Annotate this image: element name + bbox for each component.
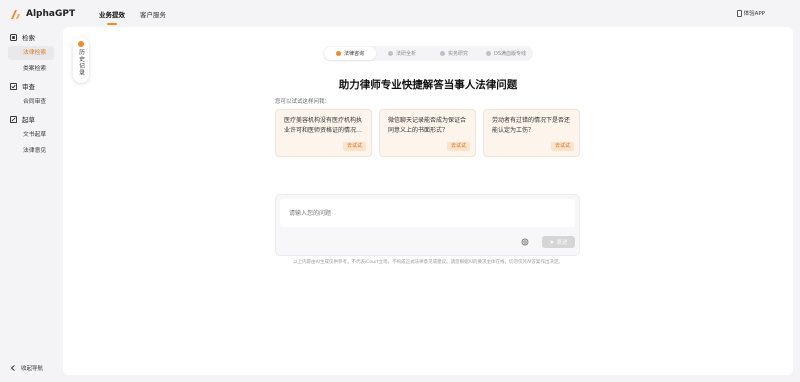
sidebar-item-contract-review[interactable]: 合同审查 [8,95,54,109]
ds-icon [485,51,491,56]
collapse-nav-button[interactable]: 收起导航 [10,364,43,372]
tab-label: 法研全析 [395,51,416,57]
sidebar-group-review[interactable]: 审查 [10,79,63,93]
sidebar-item-legal-search[interactable]: 法律检索 [8,46,54,60]
tab-ds-line[interactable]: DS满血版专线 [480,47,532,60]
top-header: AlphaGPT 业务提效 客户服务 体验APP [0,0,800,27]
send-icon: ➤ [549,238,555,246]
tab-full-analysis[interactable]: 法研全析 [376,47,428,60]
suggestion-text: 微信聊天记录能否成为保证合同意义上的书面形式？ [388,117,467,134]
tab-practice-research[interactable]: 实务研究 [428,47,480,60]
history-label: 历史记录 [77,49,84,77]
logo[interactable]: AlphaGPT [10,8,90,20]
tab-label: 法律咨询 [343,51,364,57]
suggestion-cards: 医疗美容机构没有医疗机构执业许可和医师资格证的情况… 去试试 微信聊天记录能否成… [275,109,587,157]
collapse-icon [10,365,15,371]
sidebar-group-draft[interactable]: 起草 [10,112,63,126]
history-icon [78,41,84,47]
analysis-icon [387,51,393,56]
nav-item-customer-service[interactable]: 客户服务 [140,5,166,23]
question-composer: ➤ 发送 [275,194,580,256]
try-button[interactable]: 去试试 [550,142,574,151]
suggestion-card[interactable]: 医疗美容机构没有医疗机构执业许可和医师资格证的情况… 去试试 [275,109,372,157]
mode-tabs: 法律咨询 法研全析 实务研究 DS满血版专线 [323,46,533,61]
sidebar-item-document-draft[interactable]: 文书起草 [8,128,54,142]
tab-legal-consult[interactable]: 法律咨询 [324,47,376,60]
suggestion-hint: 您可以试试这样问我： [275,99,331,105]
try-button[interactable]: 去试试 [342,142,366,151]
draft-icon [10,115,17,123]
nav-item-efficiency[interactable]: 业务提效 [99,5,125,25]
suggestion-text: 医疗美容机构没有医疗机构执业许可和医师资格证的情况… [284,117,363,134]
sidebar: 检索 法律检索 类案检索 审查 合同审查 起草 文书起草 法律意见 收起导航 [0,27,63,382]
alphagpt-logo-icon [10,8,22,20]
download-app-button[interactable]: 体验APP [736,9,765,17]
tab-label: DS满血版专线 [493,51,527,57]
suggestion-text: 劳动者有过错的情况下是否还能认定为工伤？ [492,117,571,134]
tab-label: 实务研究 [447,51,468,57]
suggestion-card[interactable]: 劳动者有过错的情况下是否还能认定为工伤？ 去试试 [483,109,580,157]
question-input[interactable] [280,199,575,227]
try-button[interactable]: 去试试 [446,142,470,151]
send-button[interactable]: ➤ 发送 [542,236,575,248]
sidebar-group-search[interactable]: 检索 [10,30,63,44]
phone-icon [736,9,742,17]
sidebar-item-legal-opinion[interactable]: 法律意见 [8,144,54,158]
download-app-label: 体验APP [743,11,765,17]
sidebar-group-label: 检索 [22,34,35,42]
chat-icon [335,51,341,56]
search-icon [10,33,17,41]
sidebar-item-case-search[interactable]: 类案检索 [8,62,54,76]
page-title: 助力律师专业快捷解答当事人法律问题 [338,79,518,91]
send-label: 发送 [556,240,568,246]
sidebar-group-label: 起草 [22,116,35,124]
attachment-icon[interactable] [521,238,529,246]
app-name: AlphaGPT [26,8,76,19]
collapse-nav-label: 收起导航 [21,366,44,372]
review-icon [10,82,17,90]
ai-disclaimer: 以上内容由AI生成仅供参考，不代表iCourt立场，不构成正式法律意见或建议。请… [293,260,563,265]
research-icon [439,51,445,56]
main-panel: 历史记录 法律咨询 法研全析 实务研究 DS满血版专线 助力律师专业快捷解答当事… [63,27,793,375]
sidebar-group-label: 审查 [22,83,35,91]
suggestion-card[interactable]: 微信聊天记录能否成为保证合同意义上的书面形式？ 去试试 [379,109,476,157]
question-input-wrapper [280,199,575,227]
top-nav: 业务提效 客户服务 [99,5,181,25]
